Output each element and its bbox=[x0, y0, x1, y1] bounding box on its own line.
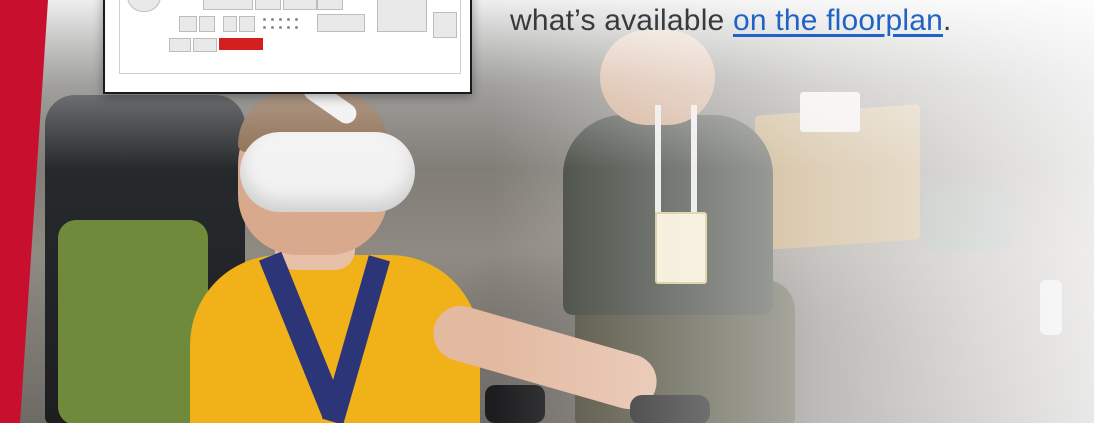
floorplan-seat bbox=[279, 26, 282, 29]
floorplan-seat bbox=[271, 18, 274, 21]
floorplan-seat bbox=[295, 26, 298, 29]
floorplan-seat bbox=[295, 18, 298, 21]
floorplan-caption: what’s available on the floorplan. bbox=[510, 0, 1090, 42]
floorplan-booth bbox=[255, 0, 281, 10]
floorplan-seat bbox=[263, 26, 266, 29]
brand-red-band bbox=[0, 0, 20, 423]
caption-text: what’s available bbox=[510, 4, 733, 37]
caption-period: . bbox=[943, 4, 952, 37]
floorplan-hall bbox=[377, 0, 427, 32]
floorplan-seat bbox=[279, 18, 282, 21]
floorplan-map-icon[interactable] bbox=[103, 0, 472, 94]
floorplan-booth bbox=[169, 38, 191, 52]
floorplan-seat bbox=[263, 18, 266, 21]
floorplan-booth bbox=[239, 16, 255, 32]
floorplan-booth-row bbox=[283, 0, 317, 10]
floorplan-seat bbox=[287, 26, 290, 29]
floorplan-booth-row bbox=[203, 0, 253, 10]
floorplan-entrance bbox=[433, 12, 457, 38]
floorplan-highlight-zone bbox=[219, 38, 263, 50]
brand-red-wedge bbox=[20, 0, 48, 423]
floorplan-seat bbox=[271, 26, 274, 29]
floorplan-seat bbox=[287, 18, 290, 21]
floorplan-booth bbox=[179, 16, 197, 32]
floorplan-link[interactable]: on the floorplan bbox=[733, 4, 943, 37]
floorplan-booth bbox=[223, 16, 237, 32]
floorplan-booth bbox=[317, 0, 343, 10]
floorplan-booth bbox=[199, 16, 215, 32]
floorplan-area bbox=[317, 14, 365, 32]
floorplan-booth bbox=[193, 38, 217, 52]
